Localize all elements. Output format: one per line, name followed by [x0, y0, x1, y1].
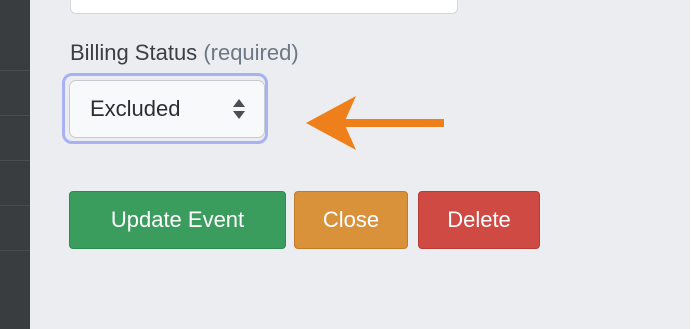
billing-status-label: Billing Status (required)	[70, 40, 299, 66]
rail-divider	[0, 250, 30, 251]
rail-divider	[0, 70, 30, 71]
rail-divider	[0, 160, 30, 161]
rail-divider	[0, 115, 30, 116]
billing-status-select[interactable]: Excluded	[69, 80, 265, 138]
left-arrow-icon	[306, 96, 444, 150]
required-indicator: (required)	[203, 40, 299, 65]
rail-divider	[0, 205, 30, 206]
update-event-button[interactable]: Update Event	[69, 191, 286, 249]
left-sidebar-rail	[0, 0, 30, 329]
sort-caret-icon	[233, 99, 245, 119]
event-form-panel: Billing Status (required) Excluded Updat…	[30, 0, 690, 329]
billing-status-selected-value: Excluded	[90, 96, 181, 121]
close-button[interactable]: Close	[294, 191, 408, 249]
previous-field-input[interactable]	[70, 0, 458, 14]
billing-status-label-text: Billing Status	[70, 40, 198, 65]
delete-button[interactable]: Delete	[418, 191, 540, 249]
